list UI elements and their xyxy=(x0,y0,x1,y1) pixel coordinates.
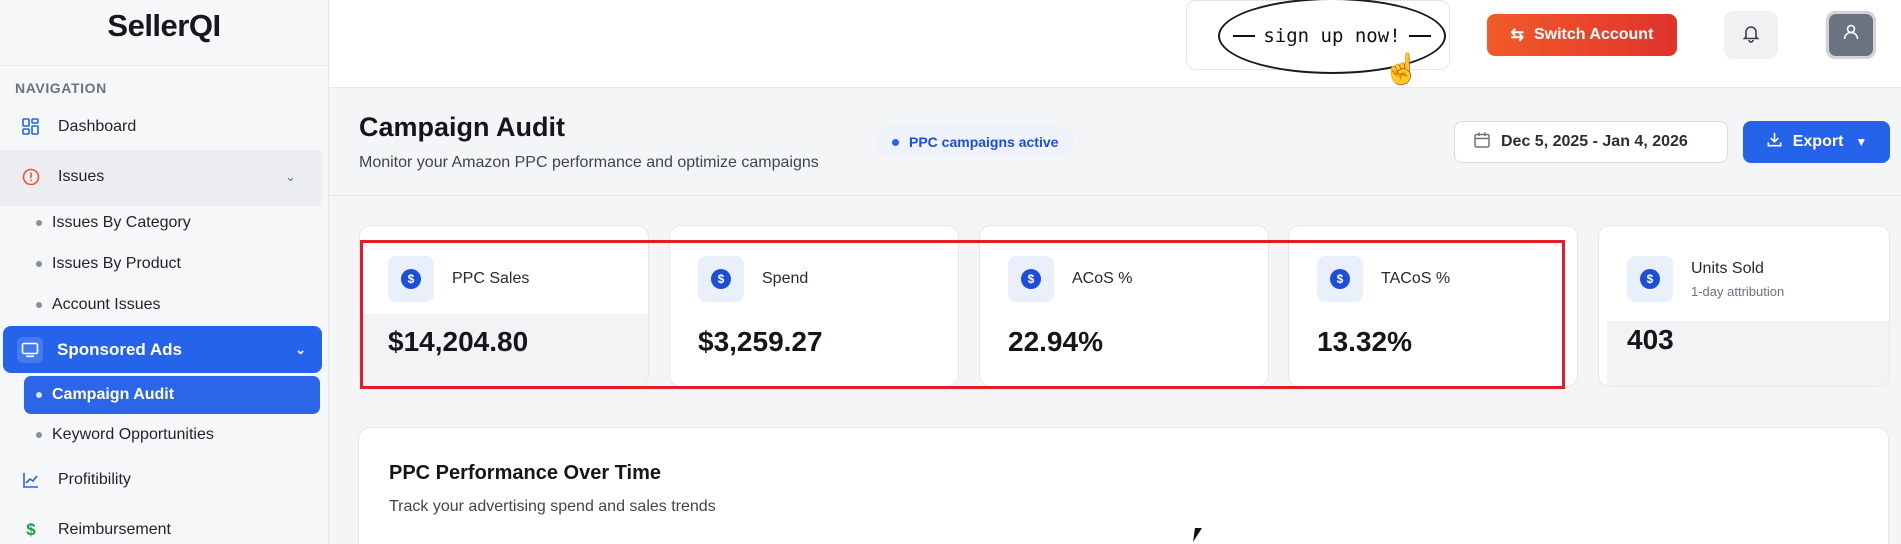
metric-value: 403 xyxy=(1627,324,1674,355)
sidebar-item-label: Dashboard xyxy=(58,118,137,135)
sidebar-item-dashboard[interactable]: Dashboard xyxy=(18,114,136,140)
grid-icon xyxy=(18,114,44,140)
metric-label: Units Sold xyxy=(1691,260,1764,277)
ppc-performance-card: PPC Performance Over Time Track your adv… xyxy=(358,427,1889,544)
bullet-icon xyxy=(36,261,42,267)
divider xyxy=(329,195,1901,196)
alert-circle-icon xyxy=(18,164,44,190)
section-title: PPC Performance Over Time xyxy=(389,462,661,484)
sidebar-item-label: Reimbursement xyxy=(58,521,171,538)
metric-card-ppc-sales: $ PPC Sales $14,204.80 xyxy=(359,225,649,387)
decorative-line xyxy=(1233,35,1256,37)
dollar-icon: $ xyxy=(388,256,434,302)
metric-card-units-sold: $ Units Sold 1-day attribution 403 xyxy=(1598,225,1890,387)
sidebar-item-label: Issues xyxy=(58,168,105,185)
metric-card-tacos: $ TACoS % 13.32% xyxy=(1288,225,1578,387)
sidebar-item-label: Issues By Product xyxy=(52,255,181,272)
sidebar-item-label: Issues By Category xyxy=(52,214,191,231)
date-range-label: Dec 5, 2025 - Jan 4, 2026 xyxy=(1501,133,1688,150)
sidebar-item-label: Profitibility xyxy=(58,471,131,488)
bullet-icon xyxy=(36,302,42,308)
metric-value: $3,259.27 xyxy=(698,326,823,357)
sidebar-item-label: Keyword Opportunities xyxy=(52,426,214,443)
sidebar-item-issues[interactable]: Issues ⌄ xyxy=(18,164,318,190)
nav-heading: NAVIGATION xyxy=(15,80,107,96)
user-avatar-button[interactable] xyxy=(1826,11,1876,59)
swap-icon: ⇆ xyxy=(1510,27,1524,44)
metric-label: Spend xyxy=(762,270,809,287)
sidebar-item-sponsored-ads[interactable]: Sponsored Ads ⌄ xyxy=(3,326,322,373)
metric-value: $14,204.80 xyxy=(388,326,529,357)
export-button[interactable]: Export ▼ xyxy=(1743,121,1890,163)
sidebar-item-profitibility[interactable]: Profitibility xyxy=(18,467,131,493)
page-title: Campaign Audit xyxy=(359,112,565,142)
bullet-icon xyxy=(36,220,42,226)
status-dot-icon xyxy=(892,138,899,146)
metric-label: PPC Sales xyxy=(452,270,530,287)
chevron-down-icon[interactable]: ⌄ xyxy=(285,169,296,185)
sidebar-item-label: Sponsored Ads xyxy=(57,339,182,359)
notifications-button[interactable] xyxy=(1724,11,1778,59)
chart-line-icon xyxy=(18,467,44,493)
promo-text: sign up now! xyxy=(1263,25,1401,47)
page-subtitle: Monitor your Amazon PPC performance and … xyxy=(359,154,819,171)
sidebar-item-issues-by-product[interactable]: Issues By Product xyxy=(36,255,181,273)
dollar-icon: $ xyxy=(1627,256,1673,302)
metric-card-acos: $ ACoS % 22.94% xyxy=(979,225,1269,387)
calendar-icon xyxy=(1473,131,1491,154)
user-icon xyxy=(1841,22,1861,48)
export-label: Export xyxy=(1792,133,1844,150)
pointer-hand-icon: ☝ xyxy=(1383,53,1421,86)
switch-account-button[interactable]: ⇆ Switch Account xyxy=(1487,14,1677,56)
chevron-down-icon[interactable]: ⌄ xyxy=(295,342,306,358)
bullet-icon xyxy=(36,432,42,438)
metric-value: 13.32% xyxy=(1317,326,1412,357)
logo-area: SellerQI xyxy=(0,0,328,66)
monitor-icon xyxy=(17,336,43,363)
metric-value: 22.94% xyxy=(1008,326,1103,357)
dollar-icon: $ xyxy=(698,256,744,302)
decorative-line xyxy=(1408,35,1431,37)
sidebar: SellerQI NAVIGATION Dashboard Issues ⌄ I… xyxy=(0,0,329,544)
bell-icon xyxy=(1741,23,1761,48)
download-icon xyxy=(1766,131,1783,153)
metric-label: ACoS % xyxy=(1072,270,1133,287)
sidebar-item-keyword-opportunities[interactable]: Keyword Opportunities xyxy=(36,426,214,444)
date-range-picker[interactable]: Dec 5, 2025 - Jan 4, 2026 xyxy=(1454,121,1728,163)
sidebar-item-campaign-audit[interactable]: Campaign Audit xyxy=(24,376,320,414)
switch-account-label: Switch Account xyxy=(1533,26,1654,43)
sidebar-item-issues-by-category[interactable]: Issues By Category xyxy=(36,214,191,232)
sidebar-item-account-issues[interactable]: Account Issues xyxy=(36,296,161,314)
status-badge: PPC campaigns active xyxy=(876,126,1075,158)
sidebar-item-label: Account Issues xyxy=(52,296,161,313)
bullet-icon xyxy=(36,392,42,398)
logo[interactable]: SellerQI xyxy=(107,8,221,44)
sidebar-item-reimbursement[interactable]: $ Reimbursement xyxy=(18,517,171,543)
sidebar-item-label: Campaign Audit xyxy=(52,386,175,403)
metric-card-spend: $ Spend $3,259.27 xyxy=(669,225,959,387)
metric-label: TACoS % xyxy=(1381,270,1451,287)
status-badge-label: PPC campaigns active xyxy=(909,134,1059,150)
chevron-down-icon: ▼ xyxy=(1855,135,1868,149)
dollar-icon: $ xyxy=(1008,256,1054,302)
dollar-icon: $ xyxy=(26,520,36,539)
section-subtitle: Track your advertising spend and sales t… xyxy=(389,498,716,515)
dollar-icon: $ xyxy=(1317,256,1363,302)
metric-sublabel: 1-day attribution xyxy=(1691,284,1785,299)
